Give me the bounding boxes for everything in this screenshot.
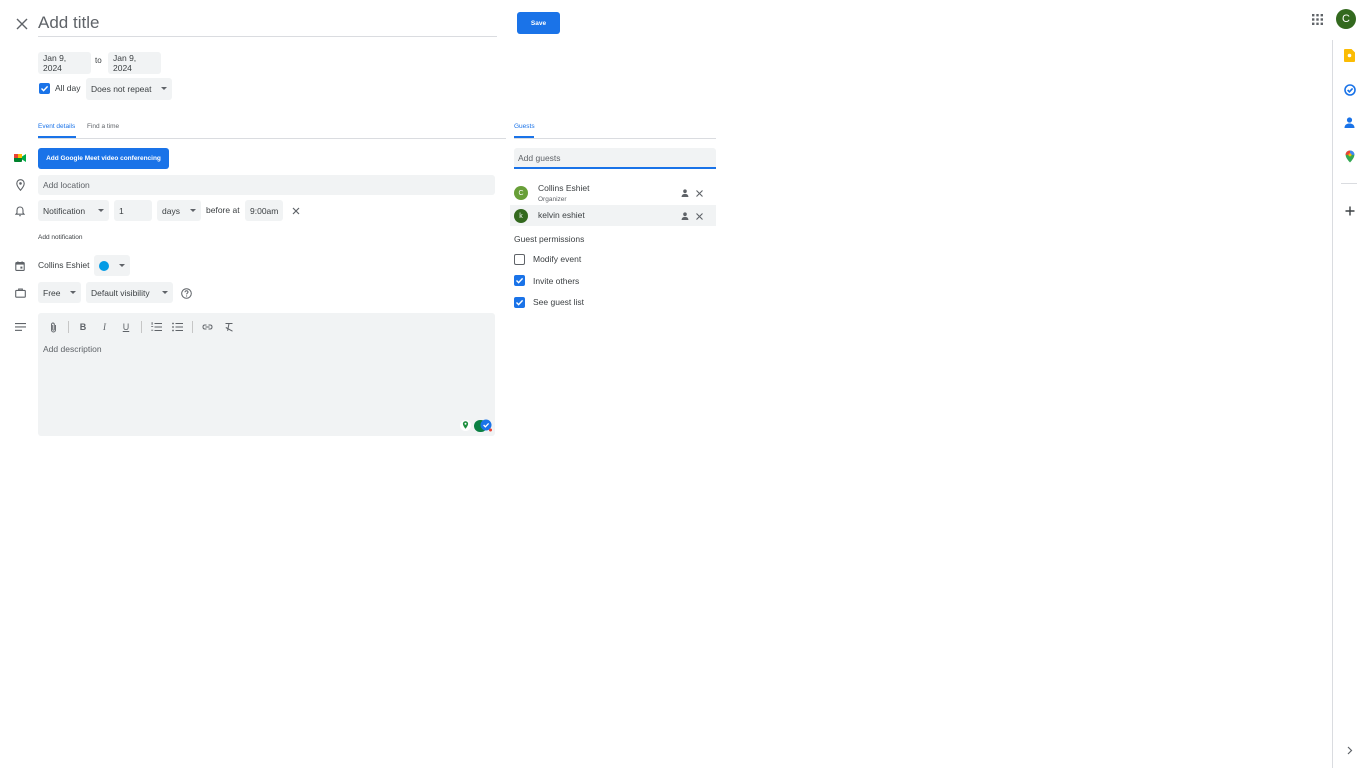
bold-icon[interactable]: B [76, 320, 90, 334]
dropdown-arrow-icon [119, 263, 125, 268]
toolbar-separator [192, 321, 193, 333]
see-guest-list-label: See guest list [533, 297, 585, 307]
guest-avatar: C [514, 186, 528, 200]
contacts-icon[interactable] [1342, 115, 1357, 130]
repeat-select[interactable]: Does not repeat [86, 78, 172, 100]
notification-type-value: Notification [43, 205, 86, 216]
google-meet-icon [14, 152, 26, 164]
tasks-icon[interactable] [1342, 82, 1357, 97]
guest-row[interactable]: C Collins Eshiet Organizer [510, 182, 716, 204]
person-icon[interactable] [680, 211, 690, 221]
help-icon[interactable] [180, 287, 192, 299]
availability-value: Free [43, 287, 61, 298]
numbered-list-icon[interactable] [149, 320, 163, 334]
all-day-checkbox[interactable] [39, 83, 50, 94]
add-google-meet-button[interactable]: Add Google Meet video conferencing [38, 148, 169, 169]
start-date-picker[interactable]: Jan 9, 2024 [38, 52, 91, 74]
keep-icon[interactable] [1342, 48, 1357, 63]
description-placeholder: Add description [43, 344, 102, 354]
maps-icon[interactable] [1342, 149, 1357, 164]
briefcase-icon [14, 287, 26, 299]
notification-amount-value: 1 [119, 205, 124, 216]
toolbar-separator [140, 321, 142, 333]
person-icon[interactable] [680, 188, 690, 198]
add-guests-input[interactable] [514, 148, 716, 169]
remove-notification-icon[interactable] [290, 205, 302, 217]
maps-addon-icon[interactable] [459, 419, 471, 432]
title-input[interactable] [38, 10, 497, 37]
dropdown-arrow-icon [70, 290, 76, 295]
event-color-swatch [99, 260, 109, 271]
notification-unit-select[interactable]: days [157, 200, 201, 221]
modify-event-label: Modify event [533, 254, 582, 264]
tab-divider [38, 138, 506, 139]
remove-guest-icon[interactable] [694, 211, 704, 221]
see-guest-list-checkbox[interactable] [514, 297, 525, 308]
all-day-label: All day [55, 83, 81, 93]
chevron-right-icon[interactable] [1342, 743, 1357, 758]
close-icon[interactable] [12, 14, 32, 34]
description-icon [14, 321, 26, 333]
invite-others-checkbox[interactable] [514, 275, 525, 286]
link-icon[interactable] [201, 320, 215, 334]
account-avatar[interactable]: C [1336, 9, 1356, 29]
end-date-text: Jan 9, 2024 [113, 53, 137, 73]
repeat-select-value: Does not repeat [91, 84, 152, 94]
save-button[interactable]: Save [517, 12, 560, 34]
underline-icon[interactable]: U [119, 320, 133, 334]
italic-icon[interactable]: I [98, 320, 112, 334]
add-addon-icon[interactable] [1342, 203, 1357, 218]
dropdown-arrow-icon [161, 87, 167, 91]
date-separator: to [95, 56, 102, 65]
tab-find-a-time[interactable]: Find a time [87, 123, 119, 130]
active-tab-indicator [38, 136, 76, 138]
apps-grid-icon[interactable] [1309, 11, 1325, 27]
start-date-text: Jan 9, 2024 [43, 53, 67, 73]
location-input[interactable] [38, 175, 495, 195]
notification-time-input[interactable]: 9:00am [245, 200, 283, 221]
tab-guests[interactable]: Guests [514, 123, 535, 130]
side-panel-divider [1332, 40, 1333, 768]
guests-tab-indicator [514, 136, 534, 138]
notification-amount-input[interactable]: 1 [114, 200, 152, 221]
guest-avatar: k [514, 209, 528, 223]
bell-icon [14, 205, 26, 217]
before-at-label: before at [206, 205, 240, 215]
availability-select[interactable]: Free [38, 282, 81, 303]
calendar-owner-label: Collins Eshiet [38, 260, 90, 270]
guest-name: Collins Eshiet [538, 183, 590, 193]
toolbar-separator [67, 321, 69, 333]
guest-row[interactable]: k kelvin eshiet [510, 205, 716, 226]
location-pin-icon [14, 179, 26, 191]
task-addon-icon[interactable] [474, 419, 493, 432]
calendar-icon [14, 260, 26, 272]
dropdown-arrow-icon [162, 290, 168, 295]
notification-time-value: 9:00am [250, 205, 279, 216]
tab-event-details[interactable]: Event details [38, 123, 75, 130]
dropdown-arrow-icon [98, 208, 104, 213]
guest-permissions-title: Guest permissions [514, 234, 585, 244]
guests-tab-divider [514, 138, 716, 139]
visibility-value: Default visibility [91, 287, 150, 298]
visibility-select[interactable]: Default visibility [86, 282, 173, 303]
attachment-icon[interactable] [46, 320, 60, 334]
dropdown-arrow-icon [190, 208, 196, 213]
guest-name: kelvin eshiet [538, 210, 585, 220]
bulleted-list-icon[interactable] [171, 320, 185, 334]
notification-type-select[interactable]: Notification [38, 200, 109, 221]
add-notification-link[interactable]: Add notification [38, 234, 82, 241]
invite-others-label: Invite others [533, 276, 580, 286]
notification-unit-value: days [162, 205, 180, 216]
end-date-picker[interactable]: Jan 9, 2024 [108, 52, 161, 74]
description-toolbar: B I U [46, 320, 244, 334]
clear-formatting-icon[interactable] [222, 320, 236, 334]
remove-guest-icon[interactable] [694, 188, 704, 198]
modify-event-checkbox[interactable] [514, 254, 525, 265]
side-panel-separator [1341, 183, 1357, 184]
event-color-select[interactable] [94, 255, 130, 276]
guest-role: Organizer [538, 196, 567, 203]
